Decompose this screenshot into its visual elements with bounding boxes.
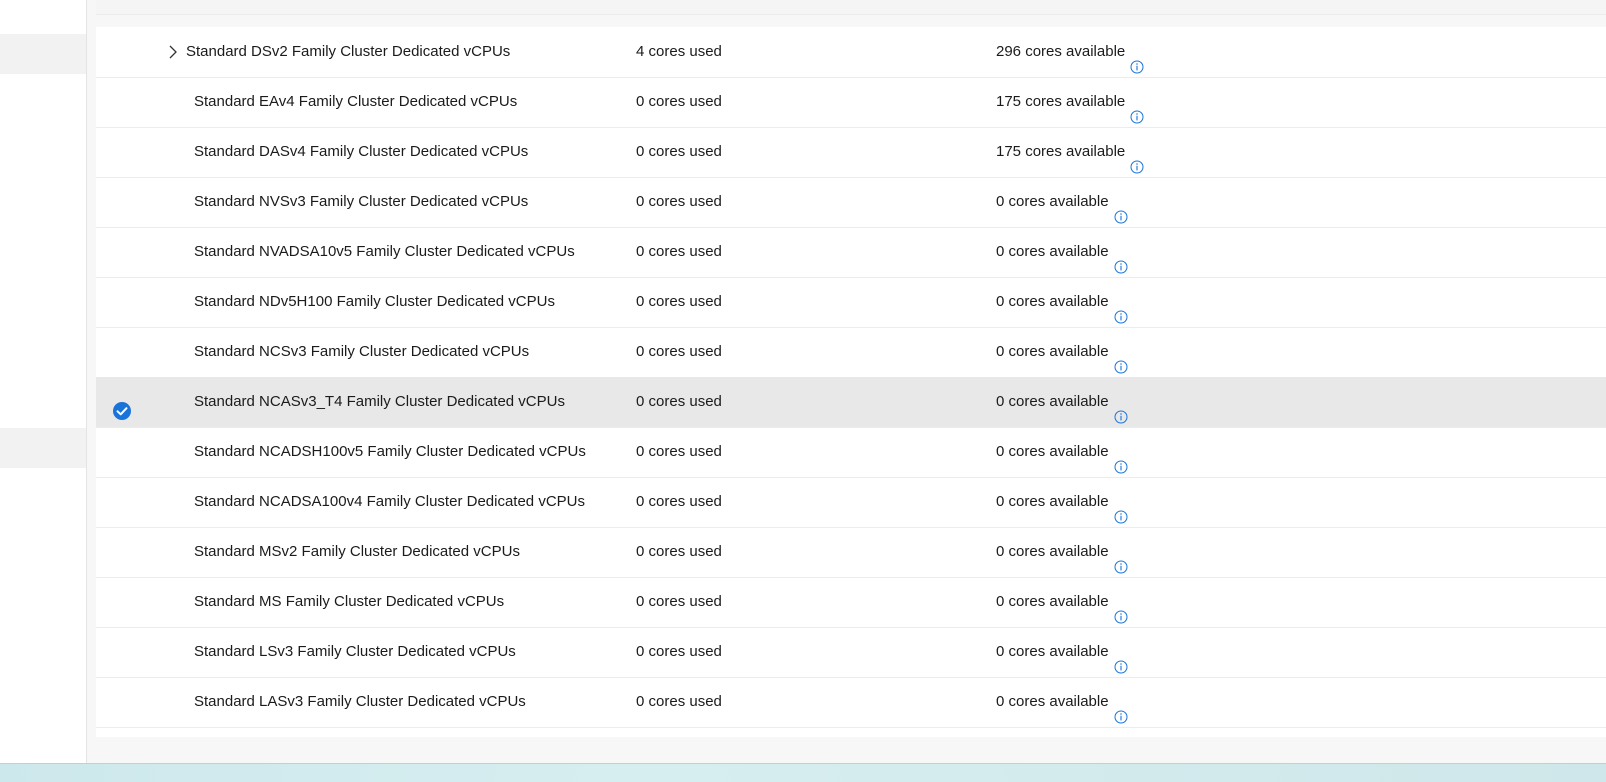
check-circle-icon[interactable] (112, 392, 132, 420)
quota-used: 0 cores used (636, 693, 722, 710)
quota-used: 0 cores used (636, 143, 722, 160)
quota-available-text: 175 cores available (996, 143, 1126, 160)
quota-used: 4 cores used (636, 43, 722, 60)
quota-available: 0 cores available (996, 677, 1128, 727)
info-icon[interactable] (1114, 245, 1128, 274)
info-icon[interactable] (1114, 195, 1128, 224)
info-icon[interactable] (1114, 495, 1128, 524)
quota-available-text: 175 cores available (996, 93, 1126, 110)
quota-available: 0 cores available (996, 277, 1128, 327)
quota-available-text: 0 cores available (996, 343, 1109, 360)
quota-name: Standard NVADSA10v5 Family Cluster Dedic… (194, 243, 575, 260)
quota-available: 0 cores available (996, 427, 1128, 477)
quota-used: 0 cores used (636, 593, 722, 610)
info-icon[interactable] (1114, 395, 1128, 424)
left-nav-item-highlight[interactable] (0, 428, 86, 468)
quota-available-text: 296 cores available (996, 43, 1126, 60)
quota-name: Standard NVSv3 Family Cluster Dedicated … (194, 193, 529, 210)
table-row[interactable]: Standard NCADSA100v4 Family Cluster Dedi… (96, 477, 1606, 528)
quota-name: Standard NCSv3 Family Cluster Dedicated … (194, 343, 530, 360)
table-row[interactable]: Standard NVADSA10v5 Family Cluster Dedic… (96, 227, 1606, 278)
quota-available: 175 cores available (996, 127, 1144, 177)
table-row[interactable]: Standard NVSv3 Family Cluster Dedicated … (96, 177, 1606, 228)
quota-available-text: 0 cores available (996, 693, 1109, 710)
table-row[interactable]: Standard EAv4 Family Cluster Dedicated v… (96, 77, 1606, 128)
quota-available: 0 cores available (996, 227, 1128, 277)
quota-available-text: 0 cores available (996, 543, 1109, 560)
table-row[interactable]: Standard MSv2 Family Cluster Dedicated v… (96, 527, 1606, 578)
quota-name: Standard DSv2 Family Cluster Dedicated v… (186, 43, 511, 60)
left-nav-pane (0, 0, 87, 763)
info-icon[interactable] (1130, 45, 1144, 74)
quota-available-text: 0 cores available (996, 593, 1109, 610)
left-nav-item-highlight[interactable] (0, 34, 86, 74)
info-icon[interactable] (1114, 445, 1128, 474)
quota-available: 0 cores available (996, 527, 1128, 577)
quota-available: 175 cores available (996, 77, 1144, 127)
chevron-right-icon[interactable] (166, 27, 180, 77)
quota-used: 0 cores used (636, 93, 722, 110)
info-icon[interactable] (1130, 145, 1144, 174)
quota-available-text: 0 cores available (996, 493, 1109, 510)
info-icon[interactable] (1114, 645, 1128, 674)
quota-used: 0 cores used (636, 543, 722, 560)
info-icon[interactable] (1114, 345, 1128, 374)
quota-used: 0 cores used (636, 443, 722, 460)
quota-available: 0 cores available (996, 327, 1128, 377)
quota-available: 296 cores available (996, 27, 1144, 77)
info-icon[interactable] (1114, 545, 1128, 574)
quota-used: 0 cores used (636, 343, 722, 360)
quota-available: 0 cores available (996, 377, 1128, 427)
quota-name: Standard EAv4 Family Cluster Dedicated v… (194, 93, 518, 110)
quota-available: 0 cores available (996, 477, 1128, 527)
info-icon[interactable] (1114, 595, 1128, 624)
table-row[interactable]: Standard LASv3 Family Cluster Dedicated … (96, 677, 1606, 728)
quota-available-text: 0 cores available (996, 243, 1109, 260)
table-row[interactable]: Standard NCADSH100v5 Family Cluster Dedi… (96, 427, 1606, 478)
info-icon[interactable] (1114, 695, 1128, 724)
quota-used: 0 cores used (636, 643, 722, 660)
quota-used: 0 cores used (636, 493, 722, 510)
table-row[interactable]: Standard DASv4 Family Cluster Dedicated … (96, 127, 1606, 178)
quota-available-text: 0 cores available (996, 393, 1109, 410)
quota-name: Standard NDv5H100 Family Cluster Dedicat… (194, 293, 555, 310)
table-row[interactable]: Standard NCSv3 Family Cluster Dedicated … (96, 327, 1606, 378)
quota-available-text: 0 cores available (996, 443, 1109, 460)
quota-used: 0 cores used (636, 393, 722, 410)
quota-grid: Standard DSv2 Family Cluster Dedicated v… (96, 27, 1606, 737)
quota-available-text: 0 cores available (996, 643, 1109, 660)
table-row[interactable]: Standard LSv3 Family Cluster Dedicated v… (96, 627, 1606, 678)
info-icon[interactable] (1114, 295, 1128, 324)
quota-name: Standard NCADSH100v5 Family Cluster Dedi… (194, 443, 586, 460)
quota-name: Standard NCADSA100v4 Family Cluster Dedi… (194, 493, 585, 510)
quota-available-text: 0 cores available (996, 293, 1109, 310)
table-row[interactable]: Standard NCASv3_T4 Family Cluster Dedica… (96, 377, 1606, 428)
quota-used: 0 cores used (636, 293, 722, 310)
quota-available-text: 0 cores available (996, 193, 1109, 210)
quota-name: Standard LASv3 Family Cluster Dedicated … (194, 693, 526, 710)
quota-used: 0 cores used (636, 243, 722, 260)
quota-name: Standard DASv4 Family Cluster Dedicated … (194, 143, 529, 160)
info-icon[interactable] (1130, 95, 1144, 124)
quota-name: Standard MSv2 Family Cluster Dedicated v… (194, 543, 520, 560)
quota-used: 0 cores used (636, 193, 722, 210)
quota-name: Standard LSv3 Family Cluster Dedicated v… (194, 643, 516, 660)
quota-name: Standard NCASv3_T4 Family Cluster Dedica… (194, 393, 565, 410)
table-row[interactable]: Standard DSv2 Family Cluster Dedicated v… (96, 27, 1606, 78)
quota-available: 0 cores available (996, 627, 1128, 677)
quota-available: 0 cores available (996, 177, 1128, 227)
table-row[interactable]: Standard NDv5H100 Family Cluster Dedicat… (96, 277, 1606, 328)
quota-available: 0 cores available (996, 577, 1128, 627)
taskbar (0, 763, 1606, 782)
grid-header-strip (96, 0, 1606, 15)
quota-name: Standard MS Family Cluster Dedicated vCP… (194, 593, 505, 610)
table-row[interactable]: Standard MS Family Cluster Dedicated vCP… (96, 577, 1606, 628)
